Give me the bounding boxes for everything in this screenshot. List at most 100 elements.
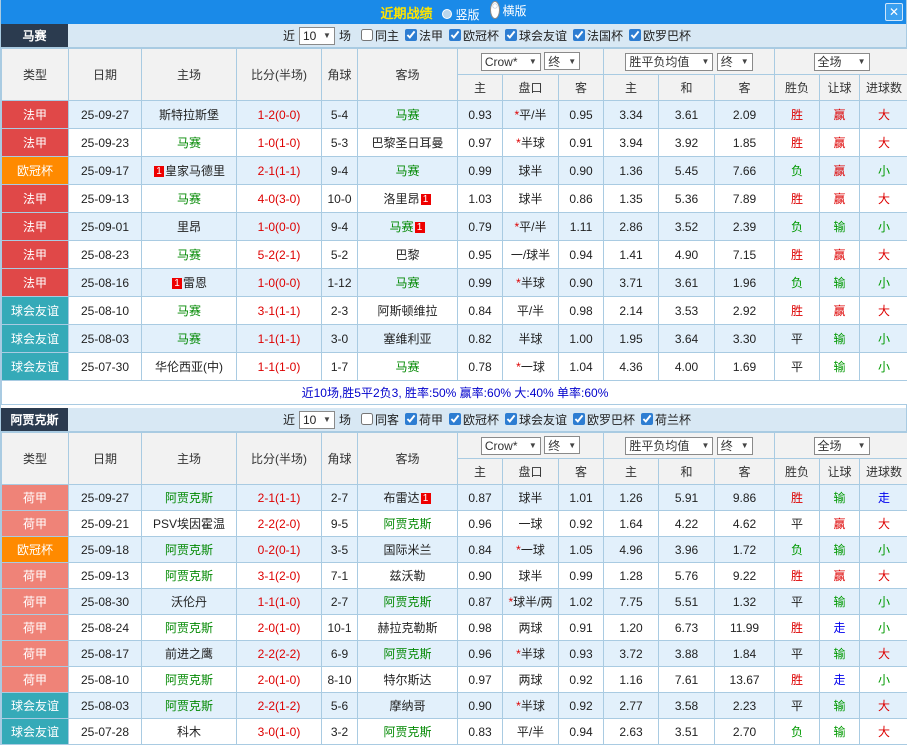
team-link[interactable]: 沃伦丹 [171,595,207,609]
team-link[interactable]: 马赛 [395,276,419,290]
away-team[interactable]: 兹沃勒 [358,563,458,589]
team-link[interactable]: 皇家马德里 [165,164,225,178]
team-link[interactable]: 马赛 [177,248,201,262]
league-filter-checkbox[interactable]: 法甲 [405,27,443,44]
team-link[interactable]: 布雷达 [383,491,419,505]
scope-select[interactable]: 全场▼ [814,437,870,455]
team-link[interactable]: 马赛 [395,164,419,178]
average-period-select[interactable]: 终▼ [717,437,753,455]
team-link[interactable]: 阿贾克斯 [165,569,213,583]
checkbox-icon[interactable] [405,413,417,425]
home-team[interactable]: 阿贾克斯 [142,563,237,589]
team-link[interactable]: PSV埃因霍温 [153,517,225,531]
away-team[interactable]: 洛里昂1 [358,185,458,213]
team-link[interactable]: 巴黎 [395,248,419,262]
team-link[interactable]: 特尔斯达 [383,673,431,687]
team-link[interactable]: 马赛 [395,108,419,122]
team-link[interactable]: 摩纳哥 [389,699,425,713]
checkbox-icon[interactable] [405,29,417,41]
match-count-select[interactable]: 10▼ [299,27,335,45]
average-period-select[interactable]: 终▼ [717,53,753,71]
match-count-select[interactable]: 10▼ [299,411,335,429]
away-team[interactable]: 阿贾克斯 [358,641,458,667]
team-link[interactable]: 阿贾克斯 [165,491,213,505]
team-link[interactable]: 阿贾克斯 [165,699,213,713]
away-team[interactable]: 阿贾克斯 [358,719,458,745]
league-filter-checkbox[interactable]: 欧罗巴杯 [629,27,691,44]
checkbox-icon[interactable] [361,413,373,425]
team-link[interactable]: 科木 [177,725,201,739]
team-link[interactable]: 马赛 [177,304,201,318]
league-filter-checkbox[interactable]: 欧冠杯 [449,411,499,428]
bookmaker-select[interactable]: Crow*▼ [481,437,541,455]
away-team[interactable]: 马赛 [358,269,458,297]
team-link[interactable]: 马赛 [177,136,201,150]
team-link[interactable]: 华伦西亚(中) [155,360,223,374]
league-filter-checkbox[interactable]: 同客 [361,411,399,428]
home-team[interactable]: 马赛 [142,185,237,213]
team-link[interactable]: 雷恩 [183,276,207,290]
team-link[interactable]: 阿贾克斯 [383,517,431,531]
home-team[interactable]: 马赛 [142,241,237,269]
home-team[interactable]: 阿贾克斯 [142,615,237,641]
away-team[interactable]: 塞维利亚 [358,325,458,353]
away-team[interactable]: 阿贾克斯 [358,589,458,615]
team-link[interactable]: 里昂 [177,220,201,234]
checkbox-icon[interactable] [361,29,373,41]
team-link[interactable]: 阿贾克斯 [165,673,213,687]
checkbox-icon[interactable] [641,413,653,425]
checkbox-icon[interactable] [505,29,517,41]
average-odds-select[interactable]: 胜平负均值▼ [625,437,713,455]
home-team[interactable]: 里昂 [142,213,237,241]
team-link[interactable]: 斯特拉斯堡 [159,108,219,122]
average-odds-select[interactable]: 胜平负均值▼ [625,53,713,71]
bookmaker-select[interactable]: Crow*▼ [481,53,541,71]
team-link[interactable]: 马赛 [389,220,413,234]
view-mode-radio[interactable]: 横版 [490,1,527,19]
home-team[interactable]: 科木 [142,719,237,745]
away-team[interactable]: 摩纳哥 [358,693,458,719]
league-filter-checkbox[interactable]: 球会友谊 [505,411,567,428]
away-team[interactable]: 特尔斯达 [358,667,458,693]
team-link[interactable]: 洛里昂 [383,192,419,206]
away-team[interactable]: 马赛 [358,101,458,129]
view-mode-radio[interactable]: 竖版 [442,6,479,23]
team-link[interactable]: 兹沃勒 [389,569,425,583]
team-link[interactable]: 阿贾克斯 [165,543,213,557]
away-team[interactable]: 国际米兰 [358,537,458,563]
away-team[interactable]: 马赛 [358,157,458,185]
home-team[interactable]: 马赛 [142,297,237,325]
league-filter-checkbox[interactable]: 荷兰杯 [641,411,691,428]
team-link[interactable]: 前进之鹰 [165,647,213,661]
home-team[interactable]: 阿贾克斯 [142,485,237,511]
home-team[interactable]: 华伦西亚(中) [142,353,237,381]
home-team[interactable]: 马赛 [142,325,237,353]
odds-period-select[interactable]: 终▼ [544,436,580,454]
checkbox-icon[interactable] [449,413,461,425]
away-team[interactable]: 阿贾克斯 [358,511,458,537]
league-filter-checkbox[interactable]: 欧罗巴杯 [573,411,635,428]
team-link[interactable]: 阿贾克斯 [165,621,213,635]
league-filter-checkbox[interactable]: 同主 [361,27,399,44]
checkbox-icon[interactable] [573,413,585,425]
scope-select[interactable]: 全场▼ [814,53,870,71]
team-link[interactable]: 国际米兰 [383,543,431,557]
checkbox-icon[interactable] [573,29,585,41]
away-team[interactable]: 赫拉克勒斯 [358,615,458,641]
checkbox-icon[interactable] [449,29,461,41]
home-team[interactable]: 1皇家马德里 [142,157,237,185]
odds-period-select[interactable]: 终▼ [544,52,580,70]
away-team[interactable]: 巴黎 [358,241,458,269]
team-link[interactable]: 马赛 [395,360,419,374]
close-icon[interactable]: ✕ [885,3,903,21]
league-filter-checkbox[interactable]: 荷甲 [405,411,443,428]
team-link[interactable]: 阿斯顿维拉 [377,304,437,318]
home-team[interactable]: 阿贾克斯 [142,537,237,563]
team-link[interactable]: 马赛 [177,192,201,206]
team-link[interactable]: 塞维利亚 [383,332,431,346]
checkbox-icon[interactable] [505,413,517,425]
home-team[interactable]: 阿贾克斯 [142,667,237,693]
team-link[interactable]: 赫拉克勒斯 [377,621,437,635]
home-team[interactable]: PSV埃因霍温 [142,511,237,537]
home-team[interactable]: 斯特拉斯堡 [142,101,237,129]
